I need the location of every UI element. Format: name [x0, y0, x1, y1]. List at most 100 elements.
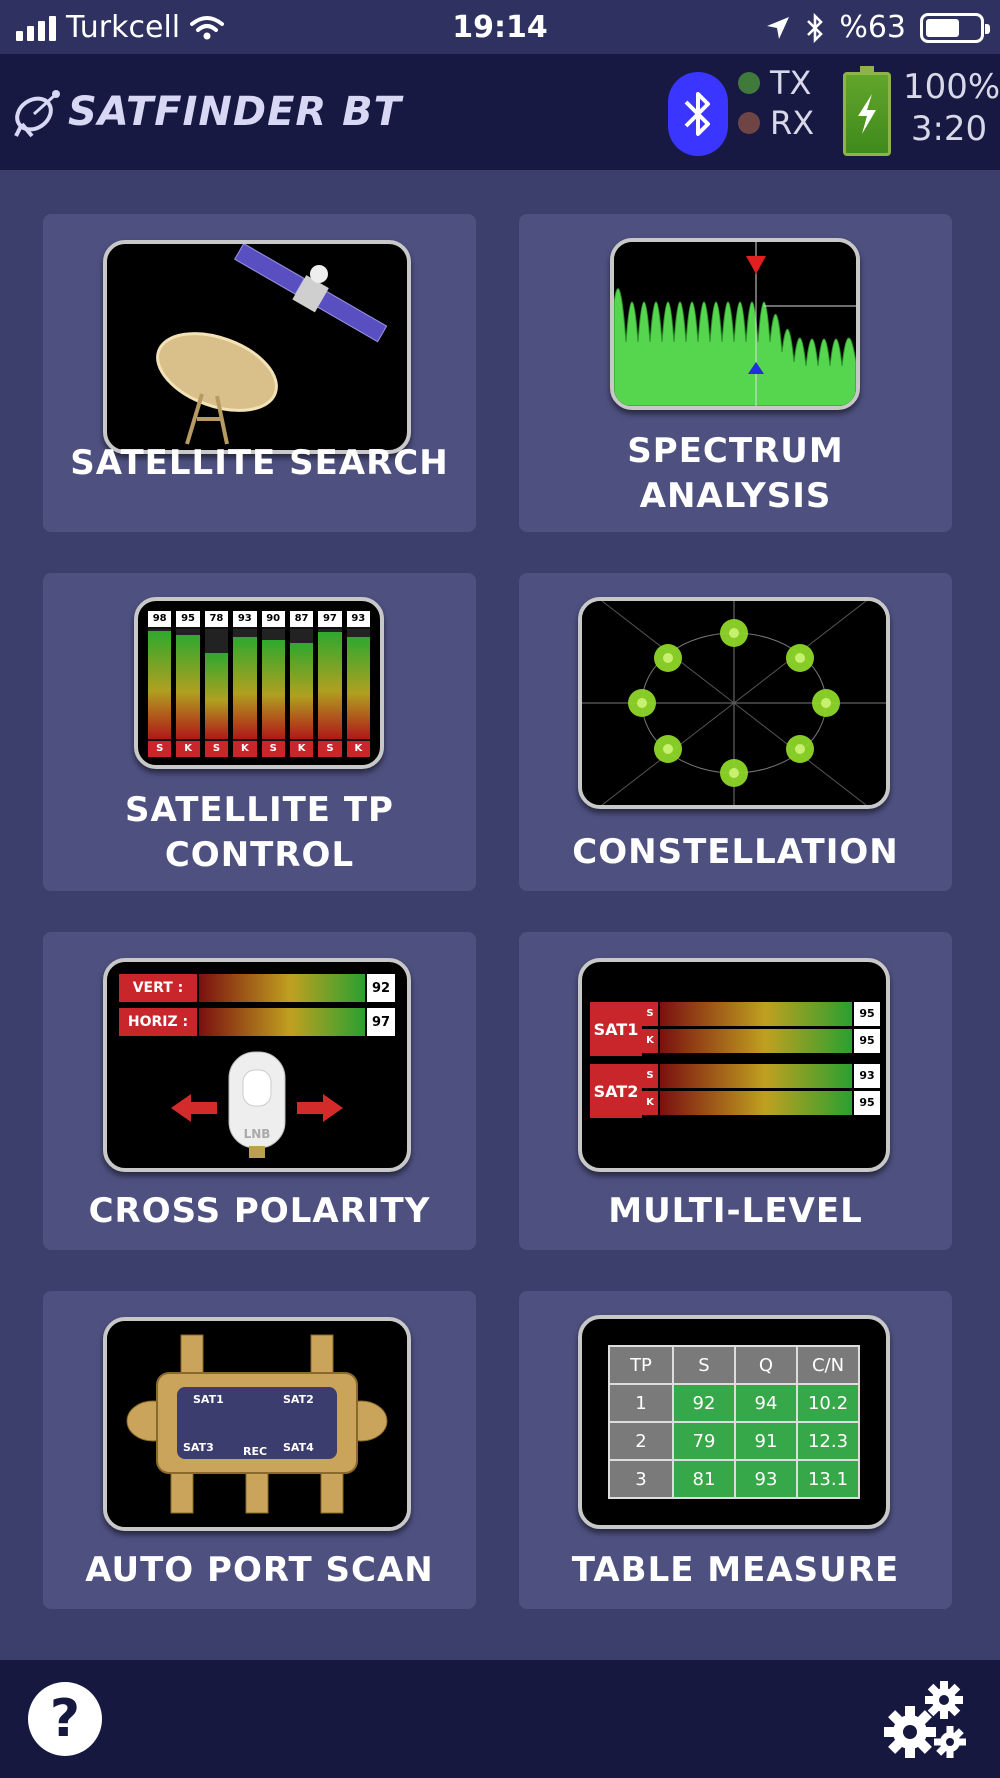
multi-level-preview: SAT1 S 95 K 95 SAT2 S 93 K 95 [578, 958, 890, 1172]
tp-bar-fill [289, 643, 314, 739]
help-button[interactable]: ? [28, 1682, 102, 1756]
tp-bar: 90 S [261, 611, 285, 757]
multi-level-row-value: 95 [854, 1091, 880, 1115]
multi-level-row: S 93 [642, 1064, 880, 1088]
tp-bar-fill [176, 634, 200, 739]
satellite-tp-control-tile[interactable]: 98 S 95 K 78 S 93 K 90 S 87 K 97 S 93 K SATELLITE TP CO… [43, 573, 476, 891]
auto-port-scan-label: AUTO PORT SCAN [85, 1550, 434, 1590]
tp-bar-value: 90 [261, 611, 285, 627]
table-measure-tile[interactable]: TP S Q C/N 1 92 94 10.2 2 79 91 12.3 3 81 93 13.1 TABLE… [519, 1291, 952, 1609]
tp-bar-tag: K [233, 741, 257, 757]
diseqc-switch-illustration: SAT1 SAT2 SAT3 REC SAT4 [107, 1321, 407, 1527]
tp-bar-track [318, 629, 342, 739]
multi-level-row-tag: S [642, 1064, 658, 1088]
bluetooth-icon [684, 92, 710, 136]
tp-bar-value: 87 [289, 611, 314, 627]
status-icons: %63 [765, 10, 990, 45]
tp-bar-value: 78 [204, 611, 229, 627]
horiz-value: 97 [367, 1008, 395, 1036]
gears-icon [884, 1681, 966, 1758]
measure-table: TP S Q C/N 1 92 94 10.2 2 79 91 12.3 3 81 93 13.1 [608, 1345, 860, 1499]
spectrum-analysis-label-line2: ANALYSIS [639, 476, 832, 516]
satellite-search-tile[interactable]: SATELLITE SEARCH [43, 214, 476, 532]
tp-bar-fill [346, 636, 370, 739]
sat2-group: SAT2 S 93 K 95 [590, 1064, 880, 1118]
measure-table-row: 1 92 94 10.2 [608, 1383, 860, 1423]
tp-control-label-line2: CONTROL [164, 835, 355, 875]
rx-indicator: RX [738, 104, 814, 142]
tp-control-preview: 98 S 95 K 78 S 93 K 90 S 87 K 97 S 93 K [134, 597, 384, 769]
tp-bar-fill [318, 632, 342, 739]
rx-label: RX [770, 104, 815, 142]
multi-level-row-tag: K [642, 1029, 658, 1053]
satellite-search-preview [103, 240, 411, 454]
multi-level-row-tag: K [642, 1091, 658, 1115]
sat2-rows: S 93 K 95 [642, 1064, 880, 1118]
tx-led [738, 72, 760, 94]
auto-port-scan-tile[interactable]: SAT1 SAT2 SAT3 REC SAT4 AUTO PORT SCAN [43, 1291, 476, 1609]
measure-table-cell: 79 [672, 1421, 736, 1461]
tp-bar-track [176, 629, 200, 739]
multi-level-tile[interactable]: SAT1 S 95 K 95 SAT2 S 93 K 95 MULTI-LEVEL [519, 932, 952, 1250]
help-icon: ? [49, 1689, 81, 1749]
tp-bar: 93 K [233, 611, 257, 757]
measure-table-header-row: TP S Q C/N [608, 1345, 860, 1385]
port-sat2: SAT2 [283, 1393, 314, 1406]
device-battery-percent: 100% [903, 67, 1000, 107]
vert-level-bar [199, 974, 365, 1002]
tp-bar-track [261, 629, 285, 739]
battery-icon [920, 12, 990, 43]
ios-status-bar: Turkcell 19:14 %63 [0, 0, 1000, 54]
spectrum-illustration [614, 242, 856, 406]
tp-bar-tag: S [261, 741, 285, 757]
tp-bar-tag: K [289, 741, 314, 757]
port-rec: REC [243, 1445, 267, 1458]
measure-table-row: 2 79 91 12.3 [608, 1421, 860, 1461]
port-sat1: SAT1 [193, 1393, 224, 1406]
sat1-group: SAT1 S 95 K 95 [590, 1002, 880, 1056]
measure-table-cell: 13.1 [796, 1459, 860, 1499]
measure-table-cell: 1 [608, 1383, 674, 1423]
tp-bar-value: 93 [233, 611, 257, 627]
tp-bar: 78 S [204, 611, 229, 757]
bottom-toolbar: ? [0, 1660, 1000, 1778]
measure-table-header-cell: Q [734, 1345, 798, 1385]
vert-level-row: VERT : 92 [119, 974, 395, 1002]
sat2-label: SAT2 [590, 1064, 642, 1118]
tp-control-label-line1: SATELLITE TP [125, 790, 394, 830]
settings-button[interactable] [880, 1678, 970, 1764]
sat1-label: SAT1 [590, 1002, 642, 1056]
vert-label: VERT : [119, 974, 197, 1002]
tp-bar-fill [204, 653, 229, 739]
bluetooth-status-icon [807, 12, 824, 43]
multi-level-label: MULTI-LEVEL [608, 1191, 863, 1231]
app-logo: SATFINDER BT [10, 84, 402, 140]
constellation-tile[interactable]: CONSTELLATION [519, 573, 952, 891]
measure-table-cell: 3 [608, 1459, 674, 1499]
app-header: SATFINDER BT TX RX 100% 3:20 [0, 54, 1000, 170]
sat1-rows: S 95 K 95 [642, 1002, 880, 1056]
port-sat3: SAT3 [183, 1441, 214, 1454]
tp-level-bars: 98 S 95 K 78 S 93 K 90 S 87 K 97 S 93 K [148, 611, 370, 757]
multi-level-row: K 95 [642, 1091, 880, 1115]
tp-bar-tag: S [204, 741, 229, 757]
constellation-illustration [582, 601, 886, 805]
tp-bar-value: 93 [346, 611, 370, 627]
device-battery-time: 3:20 [910, 109, 988, 149]
tp-bar-track [289, 629, 314, 739]
measure-table-cell: 93 [734, 1459, 798, 1499]
spectrum-analysis-tile[interactable]: SPECTRUM ANALYSIS [519, 214, 952, 532]
tp-bar-value: 95 [176, 611, 200, 627]
tp-bar-track [233, 629, 257, 739]
spectrum-analysis-label-line1: SPECTRUM [627, 431, 844, 471]
cross-polarity-tile[interactable]: VERT : 92 HORIZ : 97 LNB CROSS POLARITY [43, 932, 476, 1250]
bluetooth-connection-badge[interactable] [668, 72, 728, 156]
multi-level-groups: SAT1 S 95 K 95 SAT2 S 93 K 95 [590, 1002, 880, 1118]
cross-polarity-label: CROSS POLARITY [88, 1191, 431, 1231]
multi-level-row: K 95 [642, 1029, 880, 1053]
app-title: SATFINDER BT [68, 89, 402, 135]
multi-level-row-bar [660, 1029, 852, 1053]
rx-led [738, 112, 760, 134]
measure-table-header-cell: C/N [796, 1345, 860, 1385]
tp-bar-tag: K [346, 741, 370, 757]
